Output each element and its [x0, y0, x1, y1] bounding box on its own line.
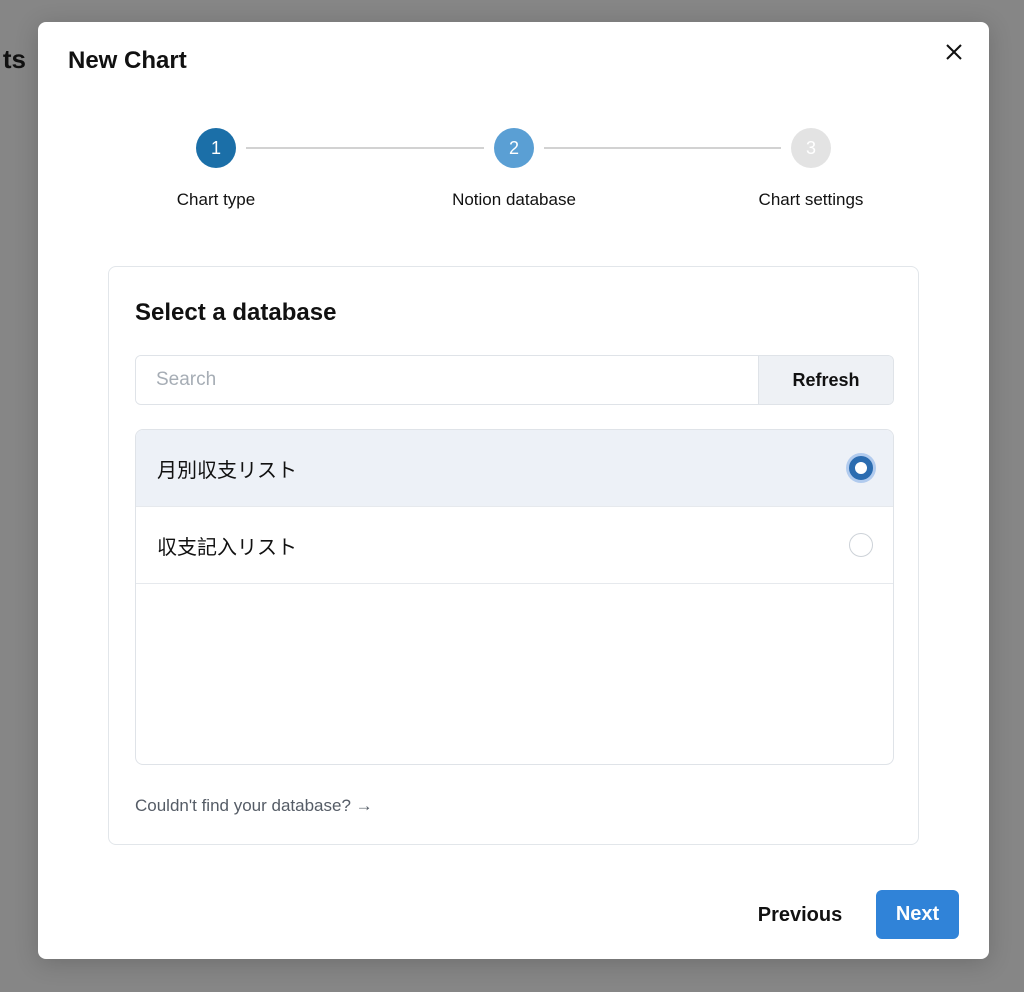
background-page-heading: ts: [2, 44, 26, 74]
progress-stepper: 1 2 3 Chart type Notion database Chart s…: [38, 128, 989, 218]
next-button[interactable]: Next: [876, 890, 959, 939]
database-picker-card: Select a database Refresh 月別収支リスト 収支記入リス…: [108, 266, 919, 845]
database-item-name: 収支記入リスト: [157, 536, 297, 559]
cant-find-database-link[interactable]: Couldn't find your database? →: [135, 796, 373, 816]
new-chart-modal: New Chart 1 2 3 Chart type Notion databa…: [38, 22, 989, 959]
database-list: 月別収支リスト 収支記入リスト: [135, 429, 894, 765]
step-connector-2-3: [544, 147, 781, 149]
database-item-name: 月別収支リスト: [157, 459, 297, 482]
previous-button[interactable]: Previous: [745, 891, 855, 939]
radio-button-checked[interactable]: [849, 456, 873, 480]
search-group: Refresh: [135, 355, 894, 405]
close-icon: [946, 44, 962, 60]
step-1-indicator: 1: [196, 128, 236, 168]
step-2-label: Notion database: [452, 190, 576, 209]
card-title: Select a database: [135, 299, 337, 326]
database-item-entry-list[interactable]: 収支記入リスト: [136, 507, 893, 584]
search-input[interactable]: [136, 356, 758, 404]
step-3-indicator: 3: [791, 128, 831, 168]
database-item-monthly-balance[interactable]: 月別収支リスト: [136, 430, 893, 507]
modal-title: New Chart: [68, 47, 187, 74]
step-3-label: Chart settings: [758, 190, 864, 209]
step-connector-1-2: [246, 147, 484, 149]
refresh-button[interactable]: Refresh: [758, 356, 893, 404]
step-1-label: Chart type: [176, 190, 256, 209]
step-2-indicator: 2: [494, 128, 534, 168]
radio-button-unchecked[interactable]: [849, 533, 873, 557]
close-button[interactable]: [940, 38, 968, 66]
